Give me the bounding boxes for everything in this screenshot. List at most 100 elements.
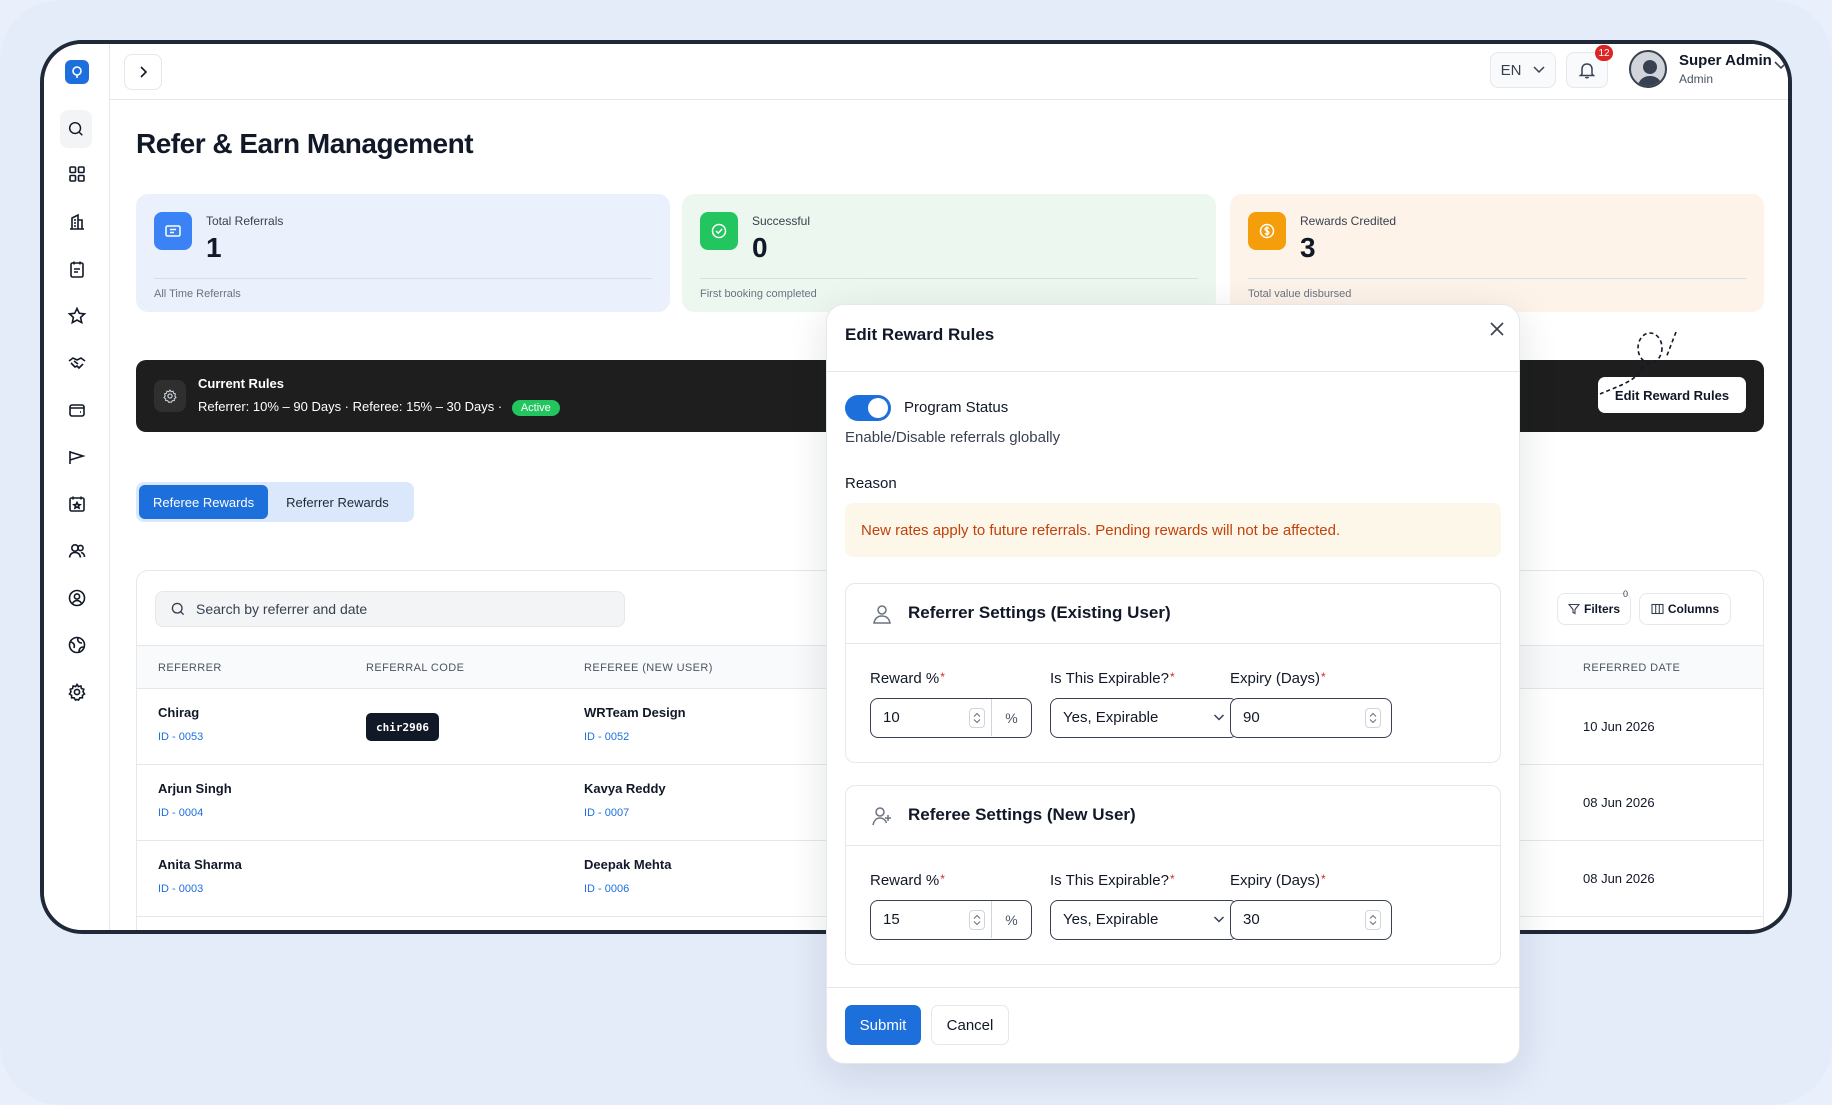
app-logo-icon[interactable] <box>65 60 89 84</box>
referrer-name: Chirag <box>158 705 200 720</box>
reason-label: Reason <box>845 475 897 492</box>
language-selector[interactable]: EN <box>1490 52 1556 88</box>
input-value: 10 <box>883 709 900 726</box>
select-value: Yes, Expirable <box>1063 911 1159 928</box>
rules-summary: Referrer: 10% – 90 Days · Referee: 15% –… <box>198 399 560 416</box>
referee-name: WRTeam Design <box>584 705 686 720</box>
referrer-id-link[interactable]: ID - 0053 <box>158 731 203 743</box>
column-header-referrer[interactable]: REFERRER <box>158 662 222 674</box>
sidebar-toggle-button[interactable] <box>124 54 162 90</box>
user-role: Admin <box>1679 72 1714 86</box>
referee-id-link[interactable]: ID - 0052 <box>584 731 629 743</box>
chevron-down-icon <box>1213 916 1225 923</box>
reward-percent-label: Reward %* <box>870 670 945 687</box>
clipboard-icon[interactable] <box>65 257 89 281</box>
program-status-label: Program Status <box>904 399 1009 416</box>
referrer-id-link[interactable]: ID - 0004 <box>158 807 203 819</box>
tab-referee-rewards[interactable]: Referee Rewards <box>139 485 269 519</box>
calendar-star-icon[interactable] <box>65 492 89 516</box>
user-name: Super Admin <box>1679 52 1772 69</box>
column-header-referral-code[interactable]: REFERRAL CODE <box>366 662 464 674</box>
users-icon[interactable] <box>65 539 89 563</box>
wallet-icon[interactable] <box>65 398 89 422</box>
check-circle-icon <box>700 212 738 250</box>
avatar[interactable] <box>1629 50 1667 88</box>
chevron-down-icon <box>1533 66 1545 74</box>
stat-label: Successful <box>752 214 811 228</box>
input-value: 30 <box>1243 911 1260 928</box>
program-status-toggle[interactable] <box>845 395 891 421</box>
user-plus-icon <box>872 807 891 826</box>
required-asterisk: * <box>1169 872 1175 886</box>
referee-name: Deepak Mehta <box>584 857 672 872</box>
cursor-doodle-icon <box>1599 331 1677 395</box>
page-title: Refer & Earn Management <box>136 128 474 159</box>
stat-card-rewards-credited: Rewards Credited 3 Total value disbursed <box>1230 194 1764 312</box>
settings-gear-icon[interactable] <box>65 680 89 704</box>
search-placeholder: Search by referrer and date <box>196 601 368 617</box>
referee-expirable-select[interactable]: Yes, Expirable <box>1050 900 1238 940</box>
referrer-id-link[interactable]: ID - 0003 <box>158 883 203 895</box>
sidebar-search-icon[interactable] <box>60 110 92 148</box>
tab-referrer-rewards[interactable]: Referrer Rewards <box>272 485 403 519</box>
building-icon[interactable] <box>65 210 89 234</box>
referee-id-link[interactable]: ID - 0006 <box>584 883 629 895</box>
search-input[interactable]: Search by referrer and date <box>155 591 625 627</box>
stepper-icon[interactable] <box>969 708 985 728</box>
referee-reward-percent-input[interactable]: 15 % <box>870 900 1032 940</box>
column-header-referee[interactable]: REFEREE (NEW USER) <box>584 662 713 674</box>
filters-button[interactable]: Filters <box>1557 593 1631 625</box>
referee-expiry-days-input[interactable]: 30 <box>1230 900 1392 940</box>
columns-button[interactable]: Columns <box>1639 593 1731 625</box>
label-text: Is This Expirable? <box>1050 670 1169 687</box>
status-badge: Active <box>511 400 560 416</box>
required-asterisk: * <box>1321 872 1326 886</box>
referred-date: 08 Jun 2026 <box>1583 871 1655 886</box>
chevron-right-icon <box>140 66 148 78</box>
handshake-icon[interactable] <box>65 351 89 375</box>
label-text: Reward % <box>870 670 940 687</box>
stat-value: 1 <box>206 232 222 263</box>
stat-card-total-referrals: Total Referrals 1 All Time Referrals <box>136 194 670 312</box>
stat-footnote: Total value disbursed <box>1248 288 1352 300</box>
input-value: 15 <box>883 911 900 928</box>
globe-icon[interactable] <box>65 633 89 657</box>
user-icon <box>873 605 891 624</box>
stepper-icon[interactable] <box>1365 910 1381 930</box>
stepper-icon[interactable] <box>969 910 985 930</box>
reason-notice: New rates apply to future referrals. Pen… <box>845 503 1501 557</box>
submit-button[interactable]: Submit <box>845 1005 921 1045</box>
referrer-name: Arjun Singh <box>158 781 232 796</box>
referrer-expiry-days-input[interactable]: 90 <box>1230 698 1392 738</box>
star-icon[interactable] <box>65 304 89 328</box>
ticket-icon <box>154 212 192 250</box>
expiry-days-label: Expiry (Days)* <box>1230 872 1326 889</box>
columns-label: Columns <box>1667 602 1720 616</box>
cancel-button[interactable]: Cancel <box>931 1005 1009 1045</box>
dashboard-grid-icon[interactable] <box>65 162 89 186</box>
referrer-reward-percent-input[interactable]: 10 % <box>870 698 1032 738</box>
rules-summary-text: Referrer: 10% – 90 Days · Referee: 15% –… <box>198 399 503 414</box>
close-icon[interactable] <box>1485 317 1509 341</box>
language-label: EN <box>1500 61 1522 79</box>
referee-id-link[interactable]: ID - 0007 <box>584 807 629 819</box>
referrer-expirable-select[interactable]: Yes, Expirable <box>1050 698 1238 738</box>
megaphone-icon[interactable] <box>65 445 89 469</box>
dollar-coin-icon <box>1248 212 1286 250</box>
user-menu-chevron-down-icon[interactable] <box>1774 60 1788 70</box>
notification-count-badge: 12 <box>1595 45 1613 61</box>
input-value: 90 <box>1243 709 1260 726</box>
column-header-referred-date[interactable]: REFERRED DATE <box>1583 662 1680 674</box>
percent-unit: % <box>991 901 1031 938</box>
label-text: Expiry (Days) <box>1230 872 1321 889</box>
divider <box>827 987 1519 988</box>
divider <box>827 371 1519 372</box>
stat-card-successful: Successful 0 First booking completed <box>682 194 1216 312</box>
referred-date: 10 Jun 2026 <box>1583 719 1655 734</box>
user-circle-icon[interactable] <box>65 586 89 610</box>
section-header: Referee Settings (New User) <box>846 786 1500 846</box>
divider <box>154 278 652 279</box>
rules-title: Current Rules <box>198 376 284 391</box>
stepper-icon[interactable] <box>1365 708 1381 728</box>
stat-value: 0 <box>752 232 768 263</box>
